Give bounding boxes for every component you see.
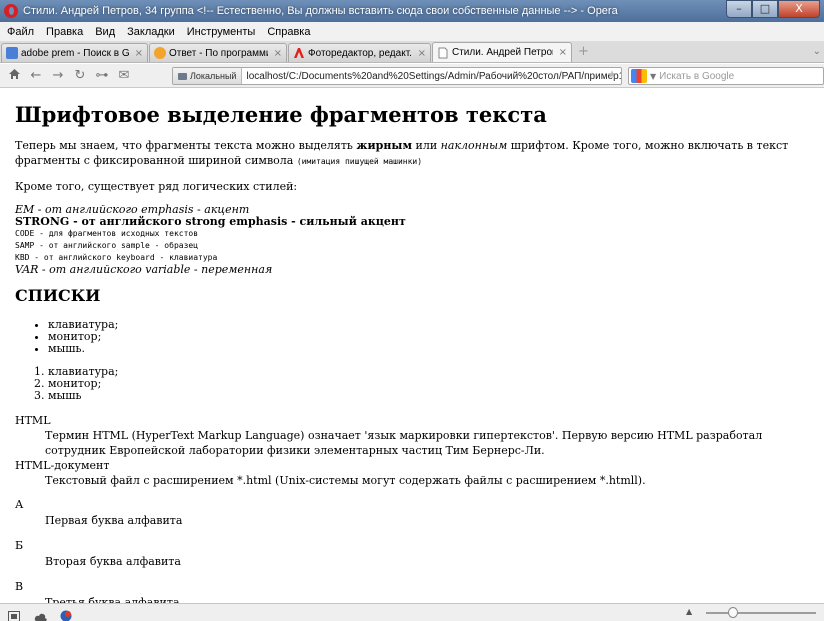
list-item: клавиатура;	[48, 319, 809, 331]
opera-logo-icon[interactable]	[4, 4, 18, 18]
numbered-list: клавиатура; монитор; мышь	[35, 366, 809, 402]
menu-bar: Файл Правка Вид Закладки Инструменты Спр…	[0, 22, 824, 42]
definition-term: HTML	[15, 414, 51, 427]
definition-description: Третья буква алфавита	[45, 596, 180, 603]
mail-icon[interactable]: ✉	[113, 68, 135, 83]
page-heading: Шрифтовое выделение фрагментов текста	[15, 102, 547, 127]
url-field[interactable]: Локальный localhost/C:/Documents%20and%2…	[172, 67, 622, 85]
local-label: Локальный	[190, 71, 237, 81]
menu-file[interactable]: Файл	[7, 26, 34, 38]
menu-bookmarks[interactable]: Закладки	[127, 26, 175, 38]
back-icon[interactable]: ←	[25, 68, 47, 83]
title-bar: Стили. Андрей Петров, 34 группа <!-- Ест…	[0, 0, 824, 22]
style-strong: STRONG - от английского strong emphasis …	[15, 215, 406, 228]
definition-description: Термин HTML (HyperText Markup Language) …	[45, 429, 763, 457]
definition-term: HTML-документ	[15, 459, 110, 472]
bold-word: жирным	[356, 139, 412, 152]
url-text[interactable]: localhost/C:/Documents%20and%20Settings/…	[246, 71, 621, 82]
list-item: клавиатура;	[48, 366, 809, 378]
tab-label: Фоторедактор, редакт...	[308, 47, 412, 59]
page-icon	[437, 47, 449, 59]
list-item: мышь.	[48, 343, 809, 355]
status-bar: ▲	[0, 603, 824, 621]
italic-word: наклонным	[440, 139, 508, 152]
monitor-icon	[178, 72, 187, 80]
bookmark-star-icon[interactable]: ★	[607, 68, 617, 81]
google-icon	[6, 47, 18, 59]
maximize-button[interactable]: □	[752, 0, 778, 18]
chevron-down-icon[interactable]: ▼	[650, 72, 656, 81]
lists-heading: СПИСКИ	[15, 286, 101, 305]
home-icon[interactable]	[3, 68, 25, 84]
answers-icon	[154, 47, 166, 59]
address-bar: ← → ↻ ⊶ ✉ Локальный localhost/C:/Documen…	[0, 64, 824, 88]
definition-description: Текстовый файл с расширением *.html (Uni…	[45, 474, 646, 487]
list-item: мышь	[48, 390, 809, 402]
styles-intro: Кроме того, существует ряд логических ст…	[15, 180, 298, 193]
menu-tools[interactable]: Инструменты	[187, 26, 256, 38]
search-field[interactable]: ▼ Искать в Google	[628, 67, 824, 85]
tab-label: adobe prem - Поиск в G...	[21, 47, 129, 59]
list-item: монитор;	[48, 378, 809, 390]
definition-description: Первая буква алфавита	[45, 514, 183, 527]
cloud-icon[interactable]	[34, 607, 48, 621]
tab-close-icon[interactable]: ×	[559, 47, 567, 58]
zoom-up-icon[interactable]: ▲	[686, 607, 692, 616]
window-controls: – □ X	[726, 0, 820, 18]
close-button[interactable]: X	[778, 0, 820, 18]
tab-close-icon[interactable]: ×	[418, 48, 426, 59]
intro-text: или	[412, 139, 441, 152]
tab-photo-editor[interactable]: Фоторедактор, редакт... ×	[288, 43, 431, 62]
reload-icon[interactable]: ↻	[69, 68, 91, 83]
page-content: Шрифтовое выделение фрагментов текста Те…	[0, 89, 824, 603]
key-icon[interactable]: ⊶	[91, 68, 113, 83]
zoom-slider-track[interactable]	[706, 612, 816, 614]
tabs-menu-icon[interactable]: ⌄	[813, 46, 821, 57]
tab-close-icon[interactable]: ×	[274, 48, 282, 59]
zoom-slider-handle[interactable]	[728, 607, 738, 618]
google-icon[interactable]	[631, 69, 647, 83]
definition-term: А	[15, 498, 24, 511]
mono-text: (имитация пишущей машинки)	[296, 157, 423, 166]
search-placeholder[interactable]: Искать в Google	[659, 71, 734, 82]
logical-styles: EM - от английского emphasis - акцент ST…	[15, 204, 809, 276]
intro-paragraph: Теперь мы знаем, что фрагменты текста мо…	[15, 138, 809, 169]
style-samp: SAMP - от английского sample - образец	[15, 241, 199, 250]
forward-icon[interactable]: →	[47, 68, 69, 83]
definition-list-html: HTML Термин HTML (HyperText Markup Langu…	[15, 413, 809, 488]
menu-help[interactable]: Справка	[267, 26, 310, 38]
local-badge[interactable]: Локальный	[173, 68, 243, 84]
new-tab-icon[interactable]: +	[578, 44, 589, 59]
definition-list-alphabet: А Первая буква алфавита Б Вторая буква а…	[15, 497, 809, 603]
style-code: CODE - для фрагментов исходных текстов	[15, 229, 199, 238]
adobe-icon	[293, 47, 305, 59]
tab-google-search[interactable]: adobe prem - Поиск в G... ×	[1, 43, 148, 62]
definition-term: В	[15, 580, 24, 593]
minimize-button[interactable]: –	[726, 0, 752, 18]
list-item: монитор;	[48, 331, 809, 343]
tab-label: Стили. Андрей Петров,...	[452, 47, 553, 58]
unite-icon[interactable]	[60, 607, 74, 621]
intro-text: Теперь мы знаем, что фрагменты текста мо…	[15, 139, 357, 152]
tab-answer[interactable]: Ответ - По программир... ×	[149, 43, 287, 62]
menu-view[interactable]: Вид	[95, 26, 115, 38]
definition-term: Б	[15, 539, 24, 552]
window-title: Стили. Андрей Петров, 34 группа <!-- Ест…	[23, 5, 618, 17]
tab-bar: adobe prem - Поиск в G... × Ответ - По п…	[0, 42, 824, 63]
tab-label: Ответ - По программир...	[169, 47, 268, 59]
bullet-list: клавиатура; монитор; мышь.	[35, 319, 809, 355]
panel-toggle-icon[interactable]	[8, 607, 22, 621]
tab-close-icon[interactable]: ×	[135, 48, 143, 59]
definition-description: Вторая буква алфавита	[45, 555, 181, 568]
menu-edit[interactable]: Правка	[46, 26, 83, 38]
style-var: VAR - от английского variable - переменн…	[15, 263, 273, 276]
tab-styles-active[interactable]: Стили. Андрей Петров,... ×	[432, 42, 572, 62]
